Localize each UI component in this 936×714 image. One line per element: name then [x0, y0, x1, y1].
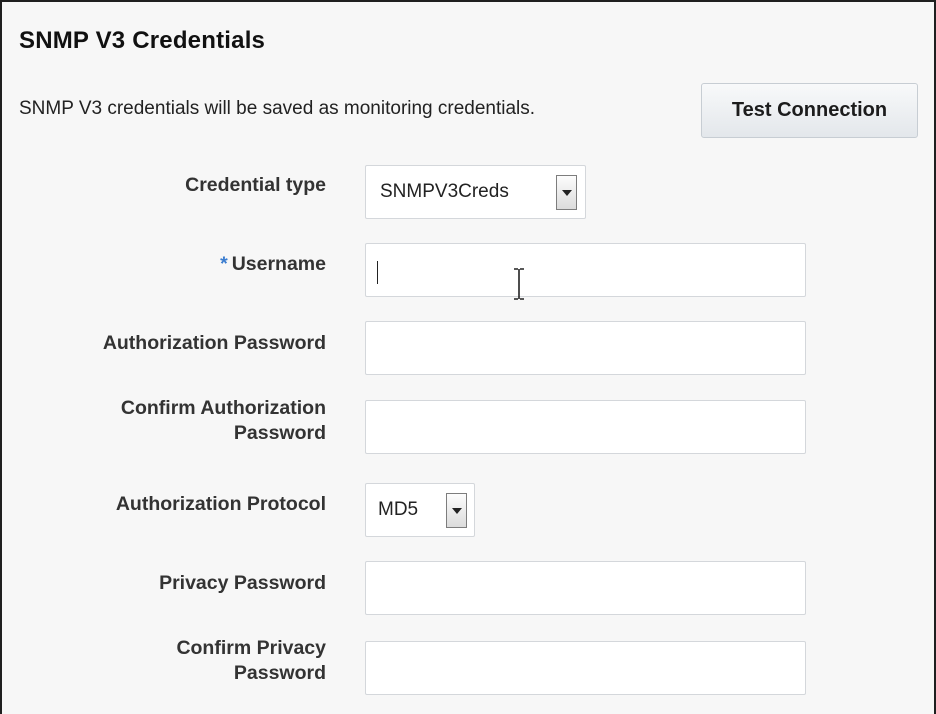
credential-type-select[interactable]: SNMPV3Creds: [365, 165, 586, 219]
credential-type-dropdown-button[interactable]: [556, 175, 577, 210]
confirm-authorization-password-label: Confirm Authorization Password: [121, 396, 326, 446]
confirm-authorization-password-input[interactable]: [365, 400, 806, 454]
confirm-privacy-password-input[interactable]: [365, 641, 806, 695]
authorization-protocol-selected-value: MD5: [378, 499, 419, 520]
section-title: SNMP V3 Credentials: [19, 27, 266, 54]
test-connection-button[interactable]: Test Connection: [701, 83, 918, 138]
credential-type-label: Credential type: [185, 174, 326, 196]
username-label-text: Username: [231, 253, 326, 275]
username-label: * Username: [220, 252, 326, 277]
snmp-v3-credentials-panel: SNMP V3 Credentials SNMP V3 credentials …: [0, 0, 936, 714]
confirm-authorization-password-label-line2: Password: [233, 422, 326, 444]
authorization-protocol-label: Authorization Protocol: [115, 493, 326, 515]
privacy-password-input[interactable]: [365, 561, 806, 615]
confirm-privacy-password-label: Confirm Privacy Password: [176, 636, 326, 686]
required-marker: *: [220, 253, 228, 275]
authorization-password-input[interactable]: [365, 321, 806, 375]
credential-type-selected-value: SNMPV3Creds: [380, 181, 509, 202]
authorization-protocol-select[interactable]: MD5: [365, 483, 475, 537]
privacy-password-label: Privacy Password: [159, 572, 326, 594]
chevron-down-icon: [561, 189, 572, 196]
confirm-privacy-password-label-line2: Password: [233, 662, 326, 684]
username-input[interactable]: [365, 243, 806, 297]
confirm-privacy-password-label-line1: Confirm Privacy: [176, 637, 326, 659]
info-text: SNMP V3 credentials will be saved as mon…: [19, 98, 536, 119]
authorization-password-label: Authorization Password: [102, 332, 326, 354]
confirm-authorization-password-label-line1: Confirm Authorization: [120, 397, 326, 419]
chevron-down-icon: [451, 507, 462, 514]
authorization-protocol-dropdown-button[interactable]: [446, 493, 467, 528]
text-cursor-icon: [514, 268, 524, 300]
text-caret: [377, 261, 378, 284]
